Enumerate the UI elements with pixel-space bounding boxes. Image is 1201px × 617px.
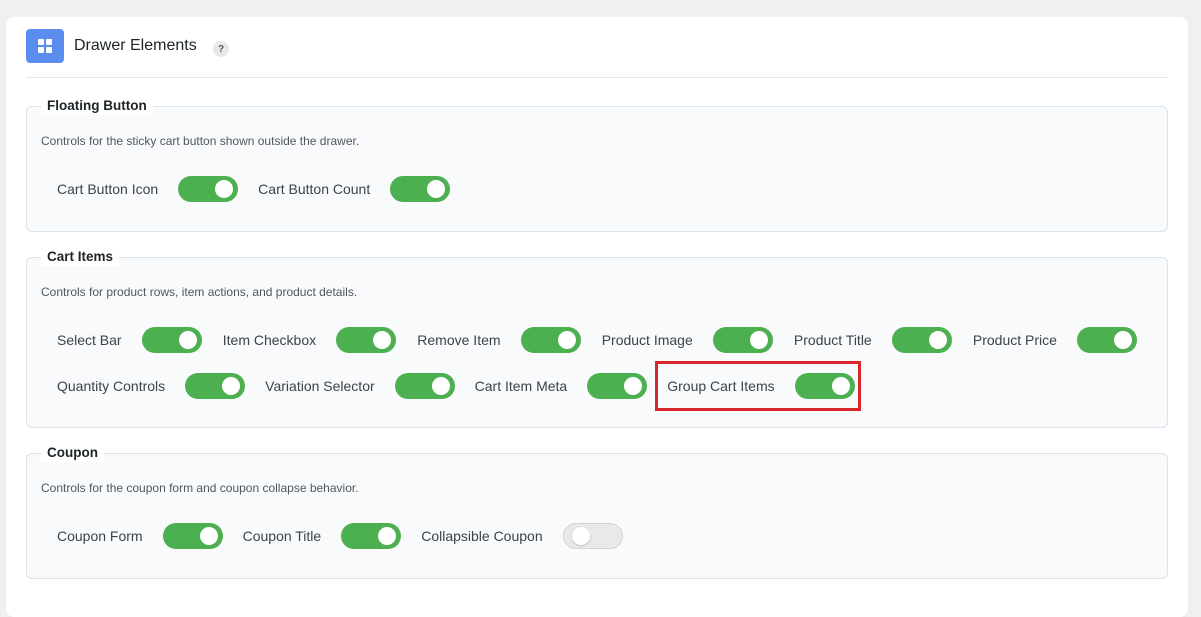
section-title: Coupon bbox=[41, 444, 104, 462]
toggle-label: Product Title bbox=[793, 332, 872, 348]
section-description: Controls for product rows, item actions,… bbox=[41, 285, 358, 299]
toggle-label: Select Bar bbox=[57, 332, 122, 348]
toggle-label: Cart Item Meta bbox=[474, 378, 568, 394]
cart-item-meta-toggle[interactable] bbox=[587, 373, 648, 399]
section-cart-items: Cart Items Controls for product rows, it… bbox=[26, 248, 1168, 428]
toggle-item-product-image: Product Image bbox=[602, 327, 773, 353]
section-coupon: Coupon Controls for the coupon form and … bbox=[26, 444, 1168, 579]
toggle-label: Variation Selector bbox=[265, 378, 375, 394]
toggle-item-item-checkbox: Item Checkbox bbox=[222, 327, 397, 353]
toggle-item-cart-button-count: Cart Button Count bbox=[258, 176, 451, 202]
item-checkbox-toggle[interactable] bbox=[336, 327, 397, 353]
toggle-item-remove-item: Remove Item bbox=[417, 327, 581, 353]
toggle-item-collapsible-coupon: Collapsible Coupon bbox=[421, 523, 623, 549]
toggle-row: Cart Button Icon Cart Button Count bbox=[57, 176, 451, 202]
drawer-elements-card: Drawer Elements ? Floating Button Contro… bbox=[6, 17, 1188, 617]
coupon-title-toggle[interactable] bbox=[341, 523, 402, 549]
toggle-item-group-cart-items: Group Cart Items bbox=[667, 373, 855, 399]
collapsible-coupon-toggle[interactable] bbox=[562, 523, 623, 549]
section-title: Floating Button bbox=[41, 97, 153, 115]
toggle-knob bbox=[215, 180, 234, 198]
remove-item-toggle[interactable] bbox=[520, 327, 581, 353]
toggle-label: Cart Button Count bbox=[258, 181, 371, 197]
quantity-controls-toggle[interactable] bbox=[185, 373, 246, 399]
section-description: Controls for the coupon form and coupon … bbox=[41, 481, 359, 495]
product-image-toggle[interactable] bbox=[712, 327, 773, 353]
section-floating-button: Floating Button Controls for the sticky … bbox=[26, 97, 1168, 232]
toggle-label: Collapsible Coupon bbox=[421, 528, 543, 544]
product-price-toggle[interactable] bbox=[1076, 327, 1137, 353]
toggle-knob bbox=[178, 331, 197, 349]
toggle-label: Quantity Controls bbox=[57, 378, 166, 394]
toggle-label: Remove Item bbox=[417, 332, 501, 348]
product-title-toggle[interactable] bbox=[891, 327, 952, 353]
toggle-item-coupon-form: Coupon Form bbox=[57, 523, 223, 549]
toggle-item-quantity-controls: Quantity Controls bbox=[57, 373, 246, 399]
toggle-knob bbox=[557, 331, 576, 349]
toggle-knob bbox=[749, 331, 768, 349]
page-title: Drawer Elements bbox=[74, 37, 197, 54]
toggle-label: Coupon Title bbox=[242, 528, 322, 544]
toggle-knob bbox=[831, 377, 850, 395]
toggle-knob bbox=[378, 527, 397, 545]
toggle-item-variation-selector: Variation Selector bbox=[265, 373, 455, 399]
toggle-label: Product Image bbox=[601, 332, 693, 348]
toggle-row: Select Bar Item Checkbox Remove Item Produc… bbox=[57, 327, 1137, 353]
section-description: Controls for the sticky cart button show… bbox=[41, 134, 360, 148]
coupon-form-toggle[interactable] bbox=[162, 523, 223, 549]
toggle-item-cart-button-icon: Cart Button Icon bbox=[57, 176, 239, 202]
toggle-item-product-price: Product Price bbox=[973, 327, 1137, 353]
section-title: Cart Items bbox=[41, 248, 120, 266]
cart-button-count-toggle[interactable] bbox=[390, 176, 451, 202]
help-icon[interactable]: ? bbox=[213, 41, 229, 57]
cart-button-icon-toggle[interactable] bbox=[178, 176, 239, 202]
select-bar-toggle[interactable] bbox=[141, 327, 202, 353]
toggle-knob bbox=[222, 377, 241, 395]
toggle-label: Coupon Form bbox=[57, 528, 143, 544]
grid-icon bbox=[26, 29, 64, 63]
toggle-knob bbox=[624, 377, 643, 395]
toggle-item-select-bar: Select Bar bbox=[57, 327, 202, 353]
toggle-label: Group Cart Items bbox=[667, 378, 775, 394]
toggle-knob bbox=[928, 331, 947, 349]
toggle-item-coupon-title: Coupon Title bbox=[243, 523, 402, 549]
variation-selector-toggle[interactable] bbox=[394, 373, 455, 399]
toggle-knob bbox=[373, 331, 392, 349]
toggle-knob bbox=[431, 377, 450, 395]
toggle-knob bbox=[199, 527, 218, 545]
toggle-label: Product Price bbox=[972, 332, 1057, 348]
toggle-knob bbox=[427, 180, 446, 198]
toggle-row: Coupon Form Coupon Title Collapsible Coupo… bbox=[57, 523, 623, 549]
toggle-item-cart-item-meta: Cart Item Meta bbox=[475, 373, 648, 399]
toggle-knob bbox=[1113, 331, 1132, 349]
toggle-row: Quantity Controls Variation Selector Cart … bbox=[57, 373, 855, 399]
card-header: Drawer Elements ? bbox=[26, 29, 1168, 78]
toggle-label: Cart Button Icon bbox=[57, 181, 159, 197]
toggle-label: Item Checkbox bbox=[222, 332, 317, 348]
toggle-knob bbox=[571, 527, 590, 545]
toggle-item-product-title: Product Title bbox=[794, 327, 952, 353]
group-cart-items-toggle[interactable] bbox=[794, 373, 855, 399]
